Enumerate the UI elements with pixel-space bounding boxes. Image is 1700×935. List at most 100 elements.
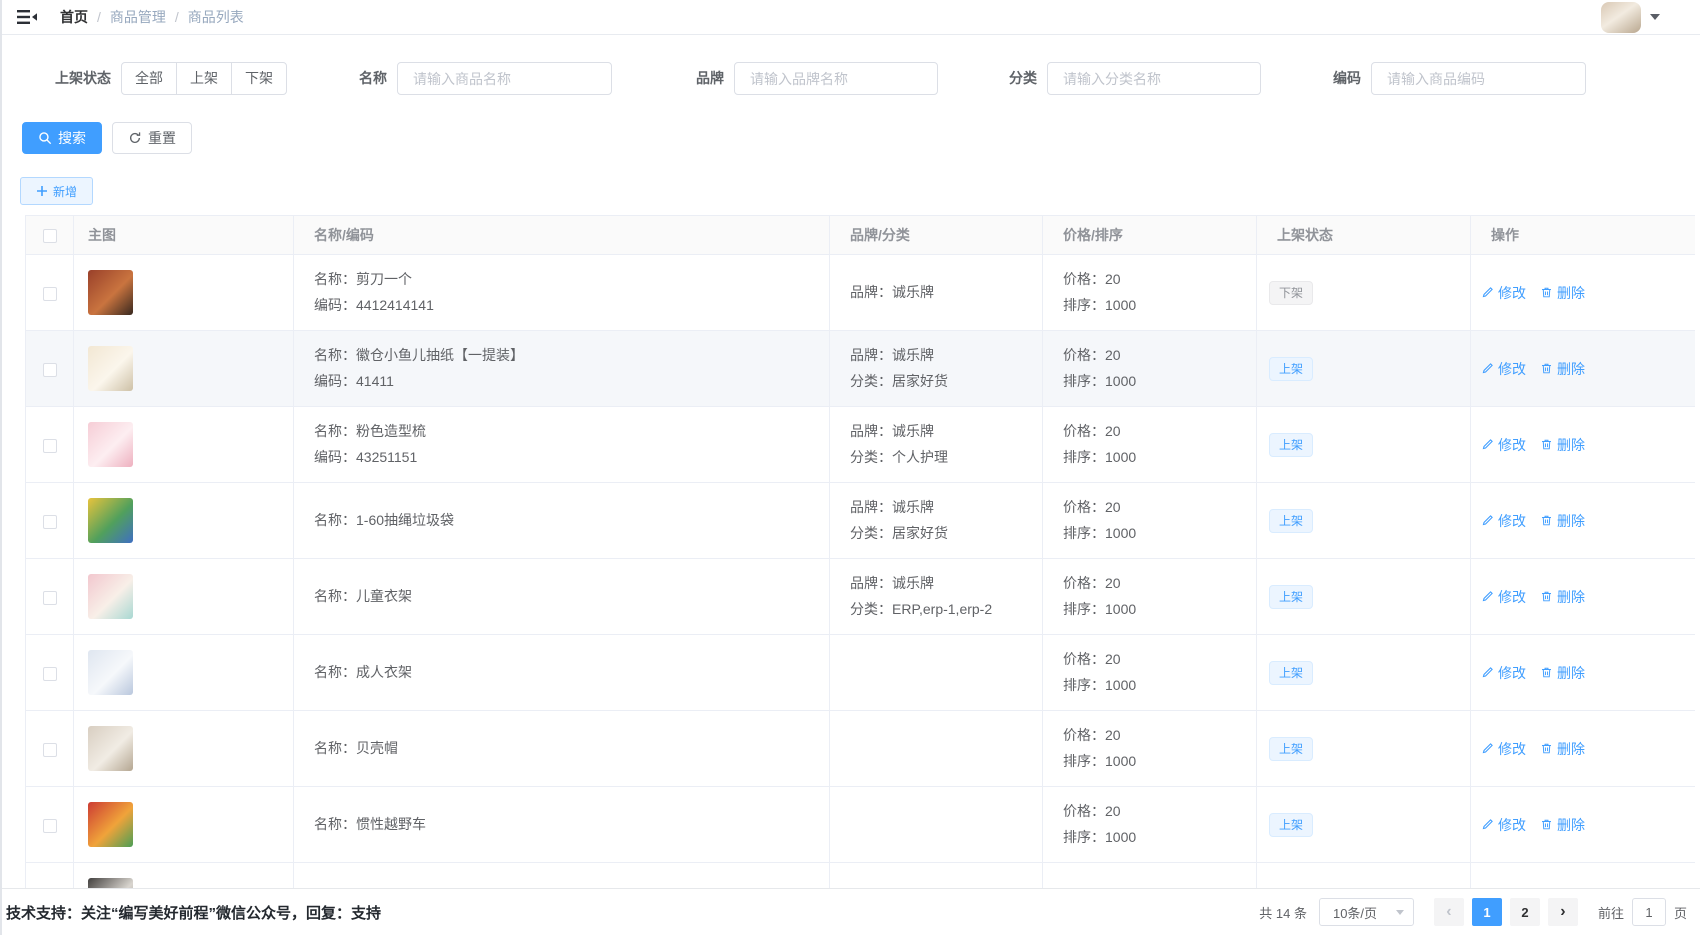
page-button-1[interactable]: 1: [1472, 898, 1502, 926]
name-filter-input[interactable]: [397, 62, 612, 95]
header-brand-category: 品牌/分类: [830, 216, 1043, 255]
breadcrumb-goods-management[interactable]: 商品管理: [110, 7, 166, 27]
edit-link[interactable]: 修改: [1481, 587, 1526, 607]
name-code-lines: 名称：徽仓小鱼儿抽纸【一提装】编码：41411: [314, 345, 829, 392]
main-image-cell: [74, 255, 294, 331]
row-checkbox-cell: [26, 711, 74, 787]
price-sort-lines: 价格：20排序：1000: [1063, 725, 1256, 772]
table-row: 名称：1-60抽绳垃圾袋品牌：诚乐牌分类：居家好货价格：20排序：1000上架修…: [26, 483, 1696, 559]
row-checkbox[interactable]: [43, 591, 57, 605]
product-image-adult-hangers: [88, 650, 133, 695]
brand-filter-input[interactable]: [734, 62, 938, 95]
breadcrumb-home[interactable]: 首页: [60, 7, 88, 27]
user-avatar[interactable]: [1601, 2, 1641, 33]
add-button[interactable]: 新增: [20, 177, 93, 205]
delete-link[interactable]: 删除: [1540, 435, 1585, 455]
delete-link[interactable]: 删除: [1540, 359, 1585, 379]
cell-text-line: 排序：1000: [1063, 599, 1256, 620]
cell-text-line: 价格：20: [1063, 269, 1256, 290]
search-button[interactable]: 搜索: [22, 122, 102, 154]
row-checkbox[interactable]: [43, 439, 57, 453]
name-code-cell: 名称：惯性越野车: [294, 787, 830, 863]
row-checkbox[interactable]: [43, 743, 57, 757]
row-checkbox[interactable]: [43, 363, 57, 377]
category-filter-input[interactable]: [1047, 62, 1261, 95]
main-image-cell: [74, 635, 294, 711]
plus-icon: [36, 185, 48, 197]
status-tag: 上架: [1269, 433, 1313, 457]
price-sort-lines: 价格：20排序：1000: [1063, 497, 1256, 544]
empty-cell: [294, 863, 830, 889]
delete-link[interactable]: 删除: [1540, 739, 1585, 759]
status-cell: 上架: [1257, 331, 1471, 407]
cell-text-line: 名称：徽仓小鱼儿抽纸【一提装】: [314, 345, 829, 366]
row-checkbox[interactable]: [43, 819, 57, 833]
table-row: 名称：惯性越野车价格：20排序：1000上架修改删除: [26, 787, 1696, 863]
price-sort-cell: 价格：20排序：1000: [1043, 407, 1257, 483]
edit-link[interactable]: 修改: [1481, 511, 1526, 531]
status-option-all[interactable]: 全部: [121, 62, 177, 95]
edit-link[interactable]: 修改: [1481, 435, 1526, 455]
select-all-checkbox[interactable]: [43, 229, 57, 243]
table-header-row: 主图 名称/编码 品牌/分类 价格/排序 上架状态 操作: [26, 216, 1696, 255]
status-tag: 上架: [1269, 357, 1313, 381]
page-footer: 技术支持：关注“编写美好前程”微信公众号，回复：支持 共 14 条 10条/页 …: [0, 888, 1700, 935]
edit-link[interactable]: 修改: [1481, 283, 1526, 303]
status-option-on[interactable]: 上架: [176, 62, 232, 95]
code-filter-input[interactable]: [1371, 62, 1586, 95]
cell-text-line: 价格：20: [1063, 725, 1256, 746]
row-checkbox[interactable]: [43, 515, 57, 529]
price-sort-lines: 价格：20排序：1000: [1063, 345, 1256, 392]
sidebar-toggle-icon[interactable]: [16, 8, 38, 26]
name-code-cell: 名称：徽仓小鱼儿抽纸【一提装】编码：41411: [294, 331, 830, 407]
status-cell: 上架: [1257, 635, 1471, 711]
name-code-lines: 名称：儿童衣架: [314, 586, 829, 607]
row-checkbox-cell: [26, 863, 74, 889]
edit-link[interactable]: 修改: [1481, 663, 1526, 683]
status-cell: 上架: [1257, 483, 1471, 559]
name-code-cell: 名称：贝壳帽: [294, 711, 830, 787]
header-price-sort: 价格/排序: [1043, 216, 1257, 255]
search-button-label: 搜索: [58, 128, 86, 148]
row-checkbox[interactable]: [43, 287, 57, 301]
reset-button[interactable]: 重置: [112, 122, 192, 154]
status-tag: 上架: [1269, 737, 1313, 761]
actions-cell: 修改删除: [1471, 483, 1696, 559]
page-button-2[interactable]: 2: [1510, 898, 1540, 926]
cell-text-line: 品牌：诚乐牌: [850, 497, 1042, 518]
cell-text-line: 排序：1000: [1063, 447, 1256, 468]
main-image-cell: [74, 483, 294, 559]
prev-page-button[interactable]: ‹: [1434, 898, 1464, 926]
edit-link[interactable]: 修改: [1481, 815, 1526, 835]
edit-link[interactable]: 修改: [1481, 359, 1526, 379]
table-row-partial: [26, 863, 1696, 889]
delete-link[interactable]: 删除: [1540, 511, 1585, 531]
product-image-pink-comb: [88, 422, 133, 467]
status-cell: 上架: [1257, 787, 1471, 863]
main-image-cell: [74, 711, 294, 787]
name-code-lines: 名称：惯性越野车: [314, 814, 829, 835]
actions-cell: 修改删除: [1471, 559, 1696, 635]
caret-down-icon[interactable]: [1650, 14, 1660, 20]
page-size-select[interactable]: 10条/页: [1319, 898, 1414, 926]
cell-text-line: 品牌：诚乐牌: [850, 282, 1042, 303]
header-actions: 操作: [1471, 216, 1696, 255]
row-checkbox-cell: [26, 407, 74, 483]
delete-link[interactable]: 删除: [1540, 663, 1585, 683]
brand-category-cell: [830, 787, 1043, 863]
cell-text-line: 名称：粉色造型梳: [314, 421, 829, 442]
row-checkbox[interactable]: [43, 667, 57, 681]
edit-link[interactable]: 修改: [1481, 739, 1526, 759]
goto-page-input[interactable]: [1632, 898, 1666, 926]
delete-link[interactable]: 删除: [1540, 283, 1585, 303]
cell-text-line: 编码：4412414141: [314, 295, 829, 316]
price-sort-lines: 价格：20排序：1000: [1063, 421, 1256, 468]
cell-text-line: 价格：20: [1063, 497, 1256, 518]
status-option-off[interactable]: 下架: [231, 62, 287, 95]
delete-link[interactable]: 删除: [1540, 815, 1585, 835]
tech-support-text: 技术支持：关注“编写美好前程”微信公众号，回复：支持: [6, 902, 381, 923]
next-page-button[interactable]: ›: [1548, 898, 1578, 926]
delete-link[interactable]: 删除: [1540, 587, 1585, 607]
actions-cell: 修改删除: [1471, 711, 1696, 787]
row-checkbox-cell: [26, 255, 74, 331]
